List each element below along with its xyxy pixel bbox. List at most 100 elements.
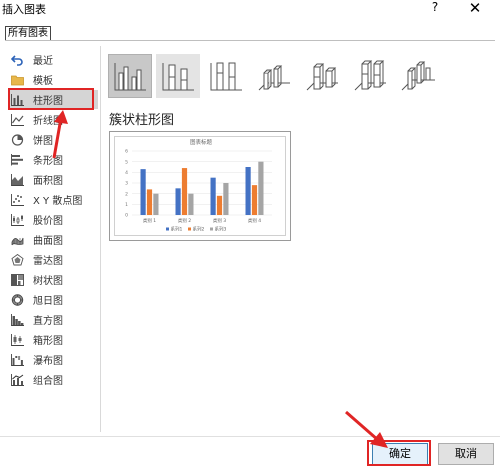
x-tick-label: 类别 3: [213, 217, 226, 224]
tab-all-charts[interactable]: 所有图表: [5, 26, 51, 41]
bar: [188, 193, 194, 215]
sidebar-item-label: 股价图: [33, 216, 63, 227]
tab-divider: [5, 40, 495, 41]
subtype-3d-stacked-column[interactable]: [300, 54, 344, 98]
radar-chart-icon: [10, 253, 24, 266]
sidebar-item-templates[interactable]: 模板: [10, 70, 98, 89]
chart-type-sidebar: 最近 模板 柱形图 折线图 饼图 条形图 面积图 X Y 散点图 股价图 曲面图…: [6, 50, 98, 430]
stock-chart-icon: [10, 213, 24, 226]
3d-percent-stacked-column-icon: [354, 60, 386, 91]
subtype-section-title: 簇状柱形图: [109, 113, 175, 128]
sunburst-chart-icon: [10, 293, 24, 306]
sidebar-item-label: 箱形图: [33, 336, 63, 347]
subtype-3d-percent-stacked-column[interactable]: [348, 54, 392, 98]
waterfall-chart-icon: [10, 353, 24, 366]
sidebar-item-label: 面积图: [33, 176, 63, 187]
column-chart-icon: [10, 93, 24, 106]
sidebar-item-surface[interactable]: 曲面图: [10, 230, 98, 249]
y-tick-label: 2: [125, 191, 128, 197]
combo-chart-icon: [10, 373, 24, 386]
legend-label: 系列1: [171, 226, 183, 233]
bar: [153, 193, 159, 215]
sidebar-item-label: 最近: [33, 56, 53, 67]
cancel-button[interactable]: 取消: [438, 443, 494, 465]
subtype-clustered-column[interactable]: [108, 54, 152, 98]
stacked-column-icon: [162, 63, 194, 91]
scatter-chart-icon: [10, 193, 24, 206]
bar-chart-icon: [10, 153, 24, 166]
legend-label: 系列2: [193, 226, 205, 233]
dialog-title: 插入图表: [2, 3, 46, 16]
y-tick-label: 4: [125, 170, 128, 176]
bar: [175, 188, 181, 215]
chart-preview[interactable]: 图表标题 6 5 4 3 2 1 0 类别 1 类别 2 类别 3 类别 4 系列1 系列2 系列3: [109, 131, 291, 241]
surface-chart-icon: [10, 233, 24, 246]
close-button[interactable]: ✕: [466, 0, 484, 17]
panel-divider: [100, 46, 101, 432]
sidebar-item-line[interactable]: 折线图: [10, 110, 98, 129]
subtype-percent-stacked-column[interactable]: [204, 54, 248, 98]
sidebar-item-bar[interactable]: 条形图: [10, 150, 98, 169]
x-tick-label: 类别 4: [248, 217, 261, 224]
treemap-chart-icon: [10, 273, 24, 286]
ok-button[interactable]: 确定: [372, 443, 428, 465]
bar: [146, 189, 153, 215]
sidebar-item-radar[interactable]: 雷达图: [10, 250, 98, 269]
sidebar-item-recent[interactable]: 最近: [10, 50, 98, 69]
3d-clustered-column-icon: [258, 65, 290, 91]
bar: [258, 161, 264, 215]
subtype-3d-clustered-column[interactable]: [252, 54, 296, 98]
area-chart-icon: [10, 173, 24, 186]
sidebar-item-label: 模板: [33, 76, 53, 87]
undo-arrow-icon: [10, 53, 24, 66]
x-tick-label: 类别 2: [178, 217, 191, 224]
sidebar-item-label: 雷达图: [33, 256, 63, 267]
percent-stacked-column-icon: [210, 62, 242, 91]
y-tick-label: 1: [125, 202, 128, 208]
sidebar-item-treemap[interactable]: 树状图: [10, 270, 98, 289]
dialog-titlebar: 插入图表 ? ✕: [0, 0, 500, 17]
sidebar-item-label: 树状图: [33, 276, 63, 287]
sidebar-item-label: 旭日图: [33, 296, 63, 307]
y-tick-label: 3: [125, 181, 128, 187]
bar: [251, 185, 258, 215]
subtype-3d-column[interactable]: [396, 54, 440, 98]
help-button[interactable]: ?: [428, 0, 442, 16]
sidebar-item-label: 直方图: [33, 316, 63, 327]
line-chart-icon: [10, 113, 24, 126]
legend-swatch: [188, 227, 191, 231]
sidebar-item-pie[interactable]: 饼图: [10, 130, 98, 149]
chart-subtype-gallery: [108, 54, 443, 98]
bar: [140, 169, 146, 215]
box-whisker-chart-icon: [10, 333, 24, 346]
sidebar-item-column[interactable]: 柱形图: [10, 90, 98, 109]
x-tick-label: 类别 1: [143, 217, 156, 224]
legend-swatch: [166, 227, 169, 231]
sidebar-item-stock[interactable]: 股价图: [10, 210, 98, 229]
preview-chart: 图表标题 6 5 4 3 2 1 0 类别 1 类别 2 类别 3 类别 4 系列1 系列2 系列3: [125, 138, 272, 233]
legend-swatch: [210, 227, 213, 231]
sidebar-item-area[interactable]: 面积图: [10, 170, 98, 189]
sidebar-item-label: 折线图: [33, 116, 63, 127]
sidebar-item-label: 饼图: [33, 136, 53, 147]
sidebar-item-scatter[interactable]: X Y 散点图: [10, 190, 98, 209]
3d-stacked-column-icon: [306, 63, 338, 91]
sidebar-item-box-whisker[interactable]: 箱形图: [10, 330, 98, 349]
clustered-column-icon: [114, 63, 146, 91]
subtype-stacked-column[interactable]: [156, 54, 200, 98]
bar: [210, 177, 216, 215]
3d-column-icon: [401, 61, 435, 91]
bar: [223, 183, 229, 215]
sidebar-item-histogram[interactable]: 直方图: [10, 310, 98, 329]
footer-divider: [0, 436, 500, 437]
bar: [245, 167, 251, 215]
sidebar-item-waterfall[interactable]: 瀑布图: [10, 350, 98, 369]
histogram-chart-icon: [10, 313, 24, 326]
sidebar-item-label: 瀑布图: [33, 356, 63, 367]
sidebar-item-sunburst[interactable]: 旭日图: [10, 290, 98, 309]
sidebar-item-combo[interactable]: 组合图: [10, 370, 98, 389]
y-tick-label: 5: [125, 159, 128, 165]
sidebar-item-label: 曲面图: [33, 236, 63, 247]
sidebar-item-label: 柱形图: [33, 96, 63, 107]
sidebar-item-label: 组合图: [33, 376, 63, 387]
